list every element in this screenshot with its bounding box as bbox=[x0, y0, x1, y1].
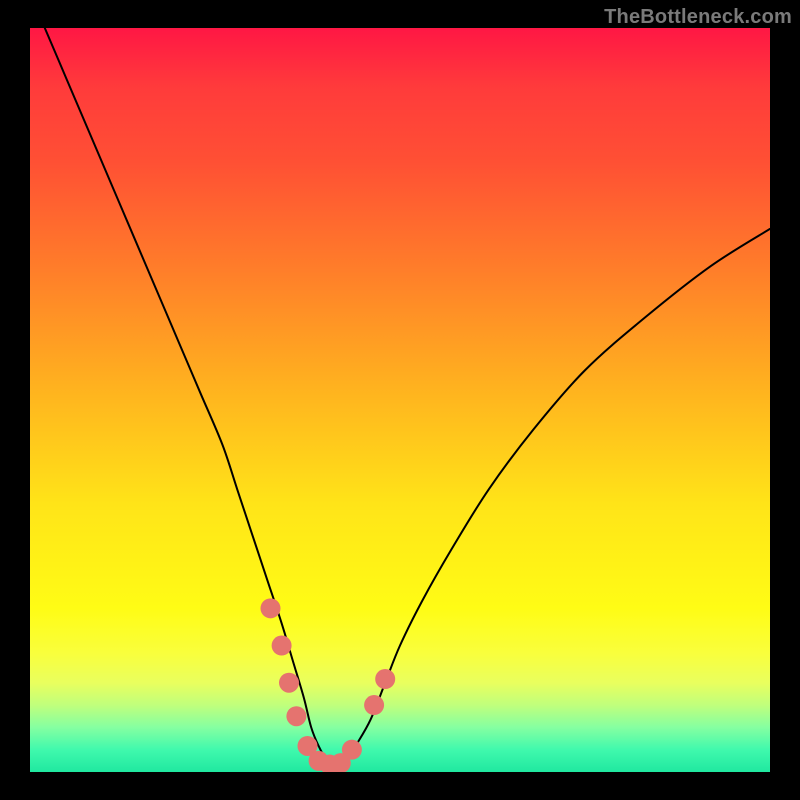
marker-dot bbox=[364, 695, 384, 715]
plot-area bbox=[30, 28, 770, 772]
bottleneck-curve bbox=[45, 28, 770, 765]
marker-dot bbox=[272, 636, 292, 656]
salient-markers bbox=[261, 598, 396, 772]
marker-dot bbox=[286, 706, 306, 726]
marker-dot bbox=[375, 669, 395, 689]
watermark-text: TheBottleneck.com bbox=[604, 6, 792, 29]
curve-layer bbox=[30, 28, 770, 772]
marker-dot bbox=[342, 740, 362, 760]
marker-dot bbox=[279, 673, 299, 693]
marker-dot bbox=[261, 598, 281, 618]
chart-frame: TheBottleneck.com bbox=[0, 0, 800, 800]
